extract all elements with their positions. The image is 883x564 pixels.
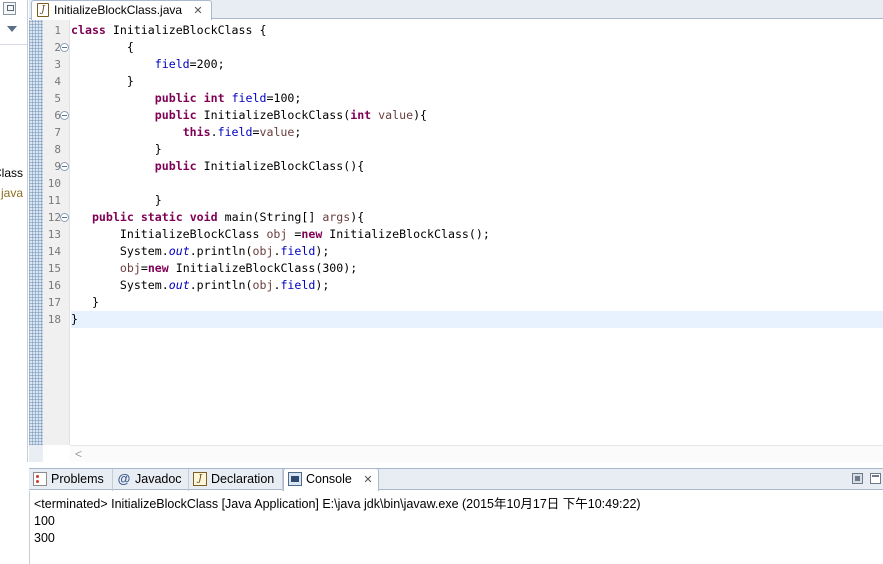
code-text: public static void main(String[] args){ xyxy=(91,210,365,224)
line-number: 7 xyxy=(54,126,61,139)
code-text: field=200; xyxy=(154,57,225,71)
code-line[interactable]: 11 } xyxy=(48,192,883,209)
fold-collapse-icon[interactable] xyxy=(60,213,69,222)
code-line[interactable]: 16 System.out.println(obj.field); xyxy=(48,277,883,294)
code-line[interactable]: 12 public static void main(String[] args… xyxy=(48,209,883,226)
code-line[interactable]: 5 public int field=100; xyxy=(54,90,883,107)
line-number: 18 xyxy=(47,313,61,326)
line-number: 6 xyxy=(54,109,61,122)
line-number: 15 xyxy=(47,262,61,275)
code-text: this.field=value; xyxy=(182,125,302,139)
code-text: public InitializeBlockClass(){ xyxy=(154,159,365,173)
package-explorer-panel: Class java xyxy=(0,0,28,462)
java-file-icon: J xyxy=(37,3,49,17)
code-text: { xyxy=(71,40,134,54)
panel-divider xyxy=(0,44,27,45)
code-line[interactable]: 13 InitializeBlockClass obj =new Initial… xyxy=(48,226,883,243)
tab-declaration[interactable]: J Declaration xyxy=(189,469,283,491)
tab-console[interactable]: Console ✕ xyxy=(283,468,379,491)
line-number: 4 xyxy=(54,75,61,88)
line-number: 13 xyxy=(47,228,61,241)
code-line[interactable]: 1 class InitializeBlockClass { xyxy=(54,22,883,39)
line-number: 17 xyxy=(47,296,61,309)
code-text: } xyxy=(71,142,162,156)
fold-collapse-icon[interactable] xyxy=(60,43,69,52)
line-number: 12 xyxy=(47,211,61,224)
code-line[interactable]: 14 System.out.println(obj.field); xyxy=(48,243,883,260)
code-line[interactable]: 7 this.field=value; xyxy=(54,124,883,141)
scroll-left-icon[interactable]: < xyxy=(75,447,82,461)
code-line[interactable]: 18} xyxy=(48,311,883,328)
code-line[interactable]: 3 field=200; xyxy=(54,56,883,73)
console-status-label: <terminated> InitializeBlockClass [Java … xyxy=(34,497,641,511)
code-text: obj=new InitializeBlockClass(300); xyxy=(119,261,358,275)
console-icon xyxy=(288,472,302,486)
minimize-icon[interactable] xyxy=(852,473,863,484)
tab-problems[interactable]: Problems xyxy=(29,469,113,491)
code-text: } xyxy=(71,193,162,207)
line-number: 1 xyxy=(54,24,61,37)
console-view[interactable]: <terminated> InitializeBlockClass [Java … xyxy=(29,491,883,564)
close-icon[interactable]: ✕ xyxy=(363,470,372,490)
tab-label: Problems xyxy=(51,472,104,486)
line-number: 16 xyxy=(47,279,61,292)
ruler-corner xyxy=(29,445,43,462)
editor-tab-initializeblockclass[interactable]: J InitializeBlockClass.java ✕ xyxy=(31,0,212,20)
javadoc-icon: @ xyxy=(117,471,131,486)
console-output-line: 300 xyxy=(34,531,55,545)
restore-icon[interactable] xyxy=(3,2,16,15)
tab-javadoc[interactable]: @ Javadoc xyxy=(113,469,189,491)
code-line[interactable]: 17 } xyxy=(48,294,883,311)
tree-item-java-cut[interactable]: java xyxy=(1,186,23,200)
console-output[interactable]: 100 300 xyxy=(34,513,55,547)
editor-tab-label: InitializeBlockClass.java xyxy=(54,3,183,17)
code-line[interactable]: 15 obj=new InitializeBlockClass(300); xyxy=(48,260,883,277)
line-number: 10 xyxy=(47,177,61,190)
line-number: 3 xyxy=(54,58,61,71)
line-number: 2 xyxy=(54,41,61,54)
code-line[interactable]: 6 public InitializeBlockClass(int value)… xyxy=(54,107,883,124)
bottom-view-tab-bar: Problems @ Javadoc J Declaration Console… xyxy=(29,468,883,491)
code-line[interactable]: 2 { xyxy=(54,39,883,56)
code-text: class InitializeBlockClass { xyxy=(71,23,267,37)
code-line[interactable]: 10 xyxy=(48,175,883,192)
declaration-icon: J xyxy=(193,472,207,486)
tree-item-class-cut[interactable]: Class xyxy=(0,166,23,180)
close-icon[interactable]: ✕ xyxy=(193,2,202,20)
tab-label: Console xyxy=(306,472,352,486)
code-line[interactable]: 4 } xyxy=(54,73,883,90)
code-text: } xyxy=(71,312,78,326)
code-area[interactable]: 1 class InitializeBlockClass {2 {3 field=… xyxy=(48,22,883,328)
code-text: System.out.println(obj.field); xyxy=(71,278,330,292)
line-number: 14 xyxy=(47,245,61,258)
problems-icon xyxy=(33,472,47,486)
code-text: System.out.println(obj.field); xyxy=(71,244,330,258)
tab-label: Declaration xyxy=(211,472,275,486)
editor-tab-bar: J InitializeBlockClass.java ✕ xyxy=(29,0,883,20)
horizontal-scrollbar[interactable]: < xyxy=(70,445,883,462)
fold-collapse-icon[interactable] xyxy=(60,111,69,120)
view-menu-chevron-down-icon[interactable] xyxy=(7,26,17,32)
code-text: } xyxy=(71,74,134,88)
code-line[interactable]: 9 public InitializeBlockClass(){ xyxy=(54,158,883,175)
fold-collapse-icon[interactable] xyxy=(60,162,69,171)
line-number: 8 xyxy=(54,143,61,156)
code-line[interactable]: 8 } xyxy=(54,141,883,158)
console-output-line: 100 xyxy=(34,514,55,528)
tab-label: Javadoc xyxy=(135,472,182,486)
code-text: public int field=100; xyxy=(154,91,302,105)
code-editor[interactable]: 1 class InitializeBlockClass {2 {3 field=… xyxy=(29,20,883,462)
code-text: public InitializeBlockClass(int value){ xyxy=(154,108,428,122)
maximize-icon[interactable] xyxy=(870,473,881,484)
line-number: 5 xyxy=(54,92,61,105)
line-number: 9 xyxy=(54,160,61,173)
code-text: } xyxy=(71,295,99,309)
line-number: 11 xyxy=(47,194,61,207)
code-text: InitializeBlockClass obj =new Initialize… xyxy=(71,227,490,241)
